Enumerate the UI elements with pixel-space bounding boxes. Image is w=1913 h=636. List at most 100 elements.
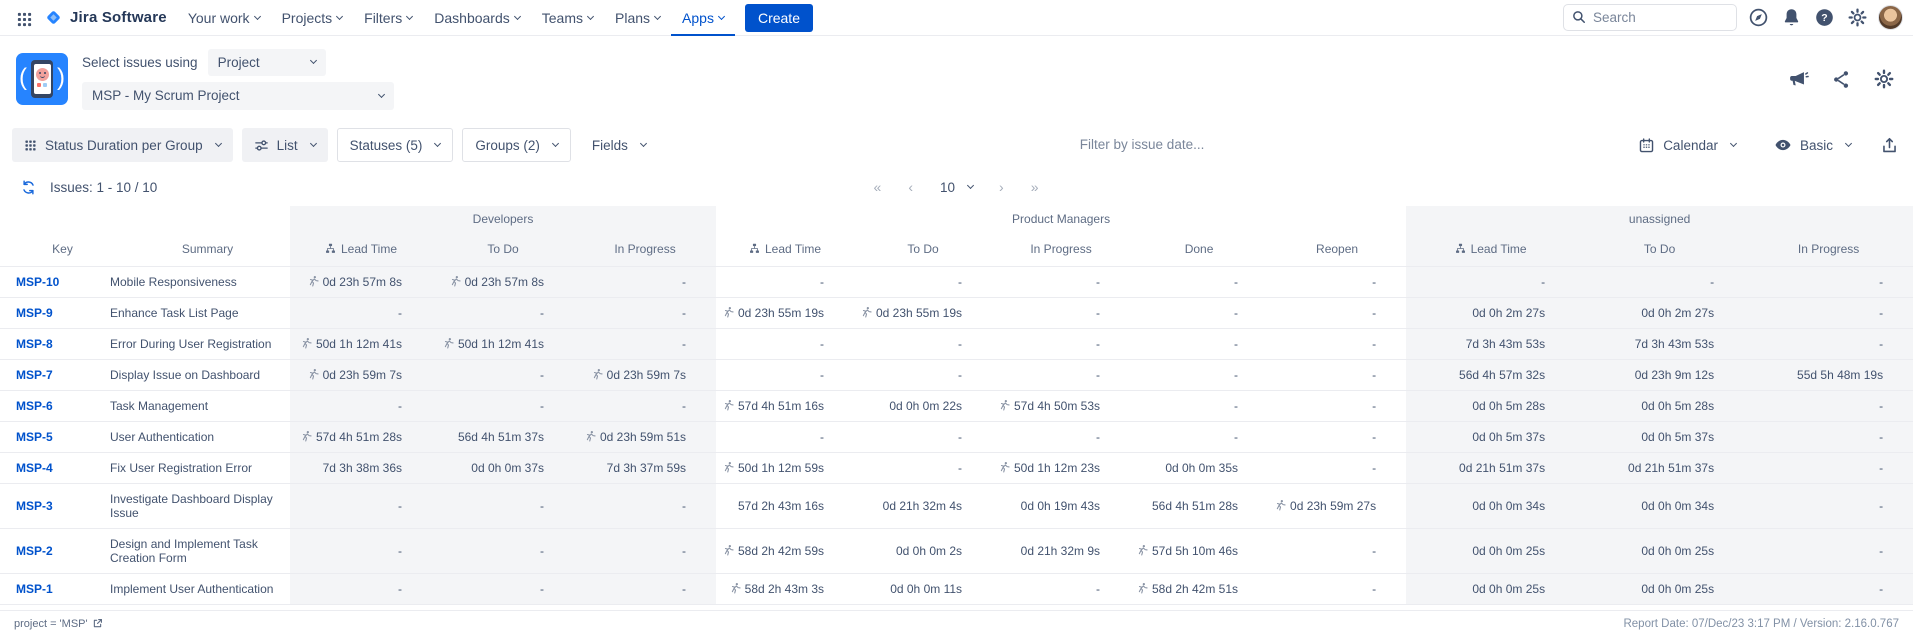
issue-key-link[interactable]: MSP-6 [16, 399, 53, 413]
duration-cell: - [1268, 297, 1406, 328]
issue-key-link[interactable]: MSP-8 [16, 337, 53, 351]
search-input[interactable] [1591, 9, 1721, 26]
duration-cell: 0d 23h 57m 8s [290, 266, 432, 297]
search-box[interactable] [1563, 4, 1737, 31]
duration-cell: - [1130, 390, 1268, 421]
duration-cell: - [1130, 297, 1268, 328]
search-icon [1572, 9, 1586, 27]
duration-cell: 7d 3h 43m 53s [1575, 328, 1744, 359]
project-select[interactable]: MSP - My Scrum Project [82, 82, 394, 110]
column-header-key: Key [0, 232, 110, 266]
duration-cell: - [290, 390, 432, 421]
column-header: Lead Time [716, 232, 854, 266]
duration-cell: - [574, 266, 716, 297]
report-toolbar: Status Duration per Group List Statuses … [0, 122, 1913, 168]
report-type-dropdown[interactable]: Status Duration per Group [12, 128, 233, 162]
issue-date-filter-input[interactable]: Filter by issue date... [1080, 137, 1205, 152]
project-filter-label: project = 'MSP' [14, 618, 88, 630]
create-button[interactable]: Create [745, 4, 813, 32]
duration-cell: 0d 0h 19m 43s [992, 483, 1130, 528]
settings-gear-icon[interactable] [1845, 6, 1869, 30]
issue-key-link[interactable]: MSP-4 [16, 461, 53, 475]
user-avatar[interactable] [1878, 5, 1903, 30]
duration-cell: - [854, 452, 992, 483]
issue-key-link[interactable]: MSP-10 [16, 275, 59, 289]
duration-cell: - [716, 359, 854, 390]
app-switcher-icon[interactable] [10, 7, 39, 29]
duration-cell: - [716, 421, 854, 452]
duration-cell: - [992, 297, 1130, 328]
issue-key-link[interactable]: MSP-1 [16, 582, 53, 596]
issue-key-cell: MSP-10 [0, 266, 110, 297]
jira-logo[interactable]: Jira Software [39, 7, 177, 28]
duration-cell: - [1268, 528, 1406, 573]
menu-item-label: Plans [615, 10, 650, 26]
menu-item-filters[interactable]: Filters [353, 0, 423, 36]
share-icon[interactable] [1828, 66, 1854, 92]
display-mode-dropdown[interactable]: Basic [1762, 128, 1863, 162]
statuses-filter-dropdown[interactable]: Statuses (5) [337, 128, 454, 162]
menu-item-apps[interactable]: Apps [671, 0, 735, 36]
duration-cell: - [574, 573, 716, 604]
fields-dropdown[interactable]: Fields [580, 128, 658, 162]
issue-summary: Mobile Responsiveness [110, 266, 290, 297]
menu-item-your-work[interactable]: Your work [177, 0, 271, 36]
issue-summary: Investigate Dashboard Display Issue [110, 483, 290, 528]
report-footer: project = 'MSP' Report Date: 07/Dec/23 3… [0, 610, 1913, 636]
duration-cell: - [432, 483, 574, 528]
duration-cell: 0d 23h 59m 7s [574, 359, 716, 390]
duration-cell: - [1744, 528, 1913, 573]
duration-cell: 57d 4h 51m 16s [716, 390, 854, 421]
issue-key-link[interactable]: MSP-9 [16, 306, 53, 320]
menu-item-projects[interactable]: Projects [271, 0, 354, 36]
duration-cell: 56d 4h 57m 32s [1406, 359, 1575, 390]
issue-source-select[interactable]: Project [208, 49, 326, 76]
prev-page-button[interactable]: ‹ [908, 179, 914, 195]
calendar-icon [1638, 137, 1655, 154]
notifications-bell-icon[interactable] [1779, 6, 1803, 30]
group-header: Developers [290, 206, 716, 232]
duration-cell: - [1744, 266, 1913, 297]
menu-item-plans[interactable]: Plans [604, 0, 671, 36]
refresh-icon[interactable] [16, 175, 40, 199]
issue-key-cell: MSP-1 [0, 573, 110, 604]
column-header: Reopen [1268, 232, 1406, 266]
grid-icon [24, 138, 37, 153]
report-settings-gear-icon[interactable] [1871, 66, 1897, 92]
menu-item-teams[interactable]: Teams [531, 0, 604, 36]
last-page-button[interactable]: » [1031, 179, 1040, 195]
external-link-icon[interactable] [92, 618, 103, 630]
duration-cell: 0d 23h 59m 7s [290, 359, 432, 390]
export-icon[interactable] [1877, 133, 1901, 157]
table-row: MSP-9Enhance Task List Page---0d 23h 55m… [0, 297, 1913, 328]
duration-cell: - [854, 328, 992, 359]
groups-filter-dropdown[interactable]: Groups (2) [462, 128, 571, 162]
duration-cell: 50d 1h 12m 41s [432, 328, 574, 359]
issue-key-link[interactable]: MSP-5 [16, 430, 53, 444]
menu-item-label: Apps [682, 10, 714, 26]
issue-key-cell: MSP-9 [0, 297, 110, 328]
issue-key-link[interactable]: MSP-3 [16, 499, 53, 513]
next-page-button[interactable]: › [999, 179, 1005, 195]
issue-key-link[interactable]: MSP-7 [16, 368, 53, 382]
issue-key-link[interactable]: MSP-2 [16, 544, 53, 558]
duration-cell: - [574, 483, 716, 528]
duration-cell: 50d 1h 12m 23s [992, 452, 1130, 483]
help-icon[interactable]: ? [1812, 6, 1836, 30]
duration-cell: - [290, 528, 432, 573]
page-size-select[interactable]: 10 [940, 180, 973, 195]
duration-cell: 0d 21h 51m 37s [1406, 452, 1575, 483]
view-mode-dropdown[interactable]: List [242, 128, 328, 162]
duration-cell: 0d 23h 59m 51s [574, 421, 716, 452]
column-header: In Progress [992, 232, 1130, 266]
app-logo-icon: ( ) [16, 53, 68, 105]
first-page-button[interactable]: « [874, 179, 883, 195]
issue-key-cell: MSP-8 [0, 328, 110, 359]
discover-icon[interactable] [1746, 6, 1770, 30]
duration-cell: 0d 0h 0m 22s [854, 390, 992, 421]
calendar-dropdown[interactable]: Calendar [1626, 128, 1748, 162]
issue-key-cell: MSP-2 [0, 528, 110, 573]
select-issues-label: Select issues using [82, 55, 198, 70]
menu-item-dashboards[interactable]: Dashboards [423, 0, 531, 36]
feedback-megaphone-icon[interactable] [1785, 66, 1811, 92]
